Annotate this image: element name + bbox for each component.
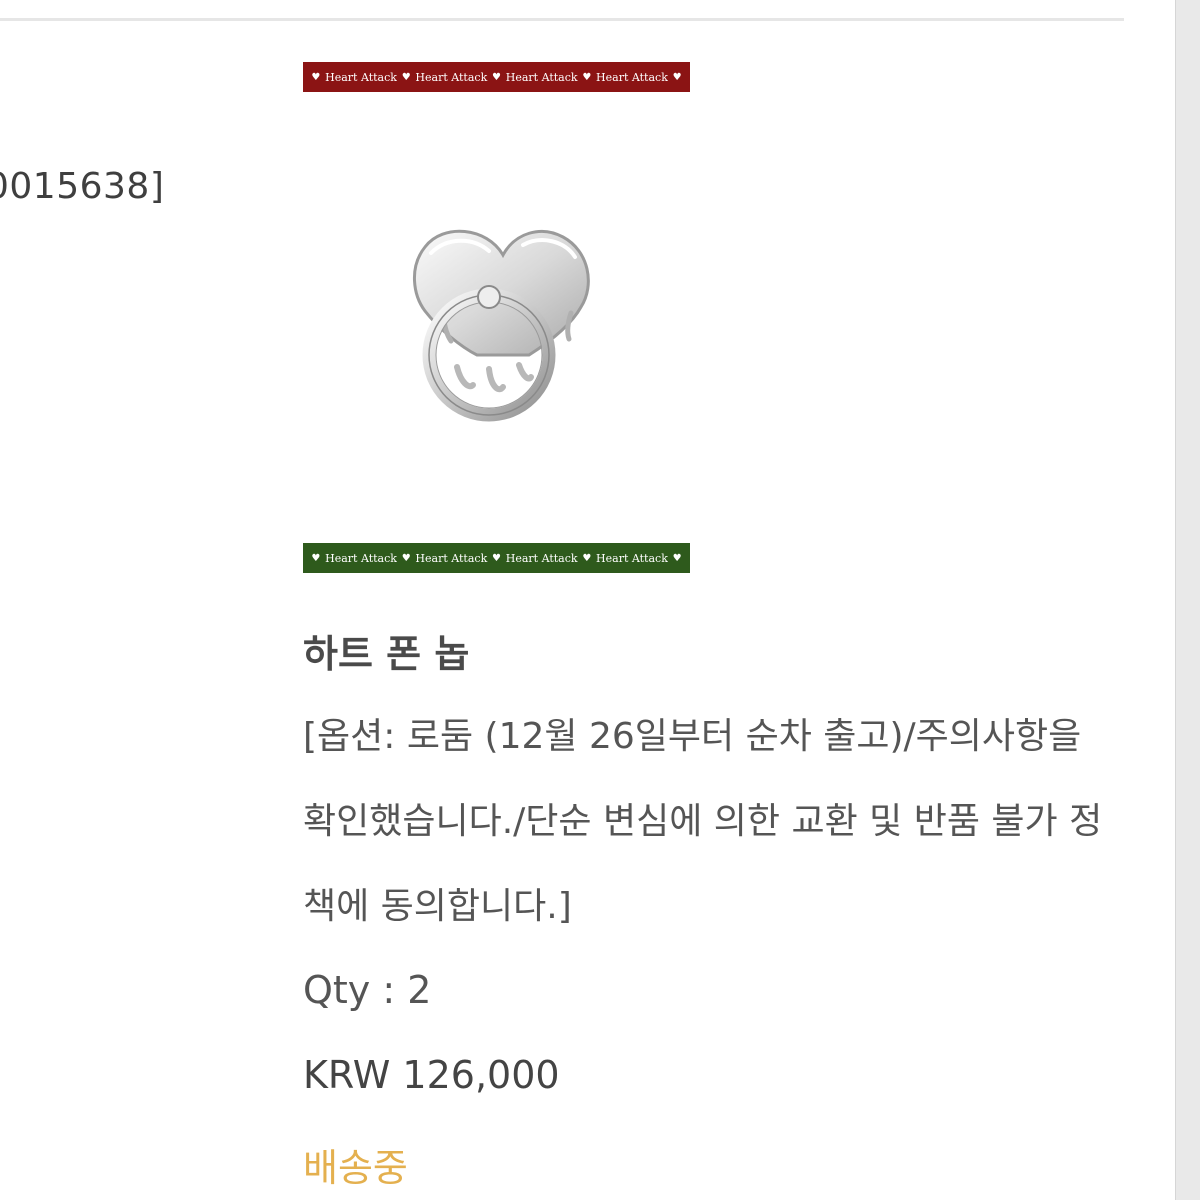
banner-label: Heart Attack bbox=[596, 551, 668, 565]
heart-icon: ♥ bbox=[492, 552, 501, 564]
heart-icon: ♥ bbox=[311, 552, 321, 564]
product-name[interactable]: 하트 폰 놉 bbox=[303, 623, 469, 678]
banner-bottom: ♥ Heart Attack ♥ Heart Attack ♥ Heart At… bbox=[303, 543, 690, 573]
banner-top: ♥ Heart Attack ♥ Heart Attack ♥ Heart At… bbox=[303, 62, 690, 92]
heart-icon: ♥ bbox=[672, 552, 682, 564]
banner-label: Heart Attack bbox=[325, 70, 397, 84]
top-divider bbox=[0, 18, 1124, 21]
banner-label: Heart Attack bbox=[505, 70, 578, 84]
order-status: 배송중 bbox=[303, 1146, 408, 1190]
heart-icon: ♥ bbox=[672, 71, 682, 83]
product-price: KRW 126,000 bbox=[303, 1053, 560, 1097]
banner-label: Heart Attack bbox=[505, 551, 578, 565]
banner-label: Heart Attack bbox=[596, 70, 668, 84]
product-thumbnail[interactable]: ♥ Heart Attack ♥ Heart Attack ♥ Heart At… bbox=[303, 62, 690, 573]
scrollbar-track[interactable] bbox=[1175, 0, 1200, 1200]
heart-icon: ♥ bbox=[582, 71, 592, 83]
heart-icon: ♥ bbox=[401, 71, 411, 83]
heart-icon: ♥ bbox=[311, 71, 321, 83]
heart-ring-icon bbox=[412, 229, 590, 422]
heart-icon: ♥ bbox=[582, 552, 592, 564]
banner-label: Heart Attack bbox=[415, 551, 488, 565]
heart-icon: ♥ bbox=[401, 552, 411, 564]
heart-icon: ♥ bbox=[492, 71, 501, 83]
banner-label: Heart Attack bbox=[415, 70, 488, 84]
product-quantity: Qty : 2 bbox=[303, 968, 432, 1012]
product-option: [옵션: 로둠 (12월 26일부터 순차 출고)/주의사항을 확인했습니다./… bbox=[303, 716, 1103, 927]
order-number: 0015638] bbox=[0, 166, 165, 207]
banner-label: Heart Attack bbox=[325, 551, 397, 565]
